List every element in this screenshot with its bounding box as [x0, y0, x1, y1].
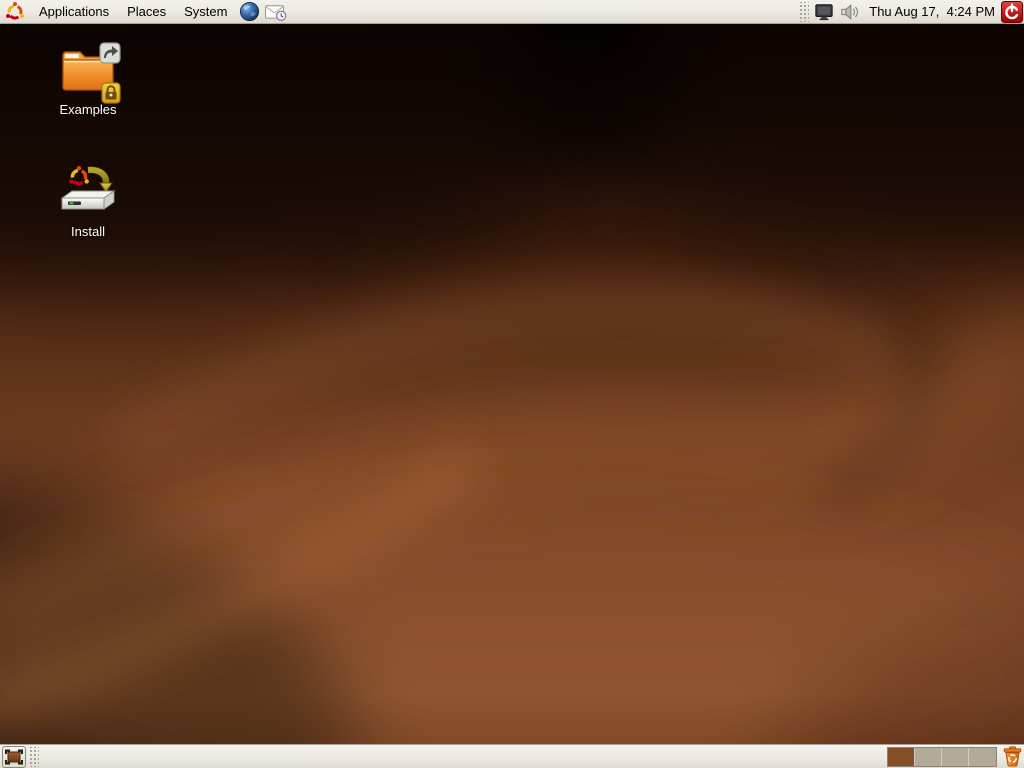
window-list-handle[interactable]: [28, 747, 39, 767]
workspace-cell[interactable]: [969, 748, 996, 766]
speaker-icon[interactable]: [837, 0, 863, 24]
email-calendar-icon[interactable]: [262, 0, 288, 24]
folder-icon: [43, 42, 133, 100]
monitor-icon[interactable]: [811, 0, 837, 24]
power-icon[interactable]: [1001, 1, 1023, 23]
install-cd-icon: [43, 164, 133, 222]
workspace-cell[interactable]: [942, 748, 969, 766]
workspace-cell[interactable]: [915, 748, 942, 766]
show-desktop-icon: [5, 749, 23, 765]
symlink-emblem: [99, 42, 121, 64]
ubuntu-logo-icon[interactable]: [0, 0, 30, 24]
wallpaper: [0, 24, 1024, 744]
clock-applet[interactable]: Thu Aug 17, 4:24 PM: [863, 4, 1001, 19]
bottom-panel: [0, 744, 1024, 768]
readonly-lock-emblem: [101, 82, 121, 104]
desktop-icon-label: Examples: [43, 102, 133, 117]
desktop-icon-label: Install: [43, 224, 133, 239]
menu-system[interactable]: System: [175, 0, 236, 24]
desktop-background[interactable]: Examples: [0, 24, 1024, 744]
web-browser-icon[interactable]: [236, 0, 262, 24]
workspace-cell[interactable]: [888, 748, 915, 766]
show-desktop-button[interactable]: [2, 746, 26, 768]
trash-icon: [1003, 746, 1022, 767]
notification-area-handle[interactable]: [798, 2, 809, 22]
ubuntu-desktop-screen: Applications Places System: [0, 0, 1024, 768]
trash-button[interactable]: [1001, 745, 1023, 768]
workspace-switcher: [887, 747, 997, 767]
menu-applications[interactable]: Applications: [30, 0, 118, 24]
top-panel: Applications Places System: [0, 0, 1024, 24]
menu-places[interactable]: Places: [118, 0, 175, 24]
desktop-icon-examples[interactable]: Examples: [43, 42, 133, 117]
desktop-icon-install[interactable]: Install: [43, 164, 133, 239]
